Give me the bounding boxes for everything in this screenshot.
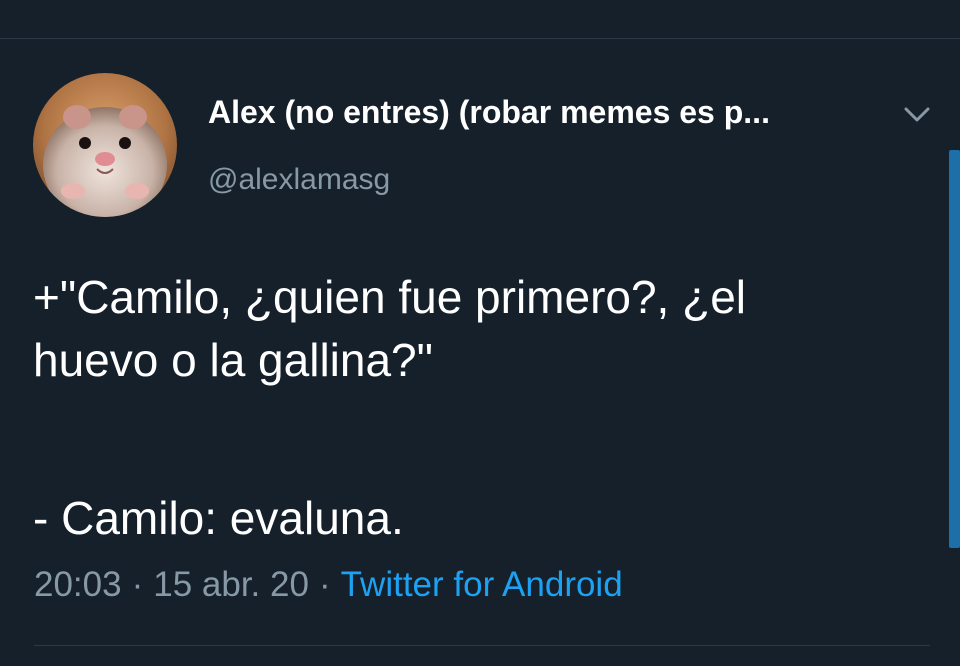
tweet-date: 15 abr. 20 xyxy=(153,565,309,604)
avatar[interactable] xyxy=(33,73,177,217)
tweet-text: +"Camilo, ¿quien fue primero?, ¿el huevo… xyxy=(33,266,933,550)
author-display-name[interactable]: Alex (no entres) (robar memes es p... xyxy=(208,94,770,131)
chevron-down-icon[interactable] xyxy=(900,100,934,130)
tweet-meta: 20:03 · 15 abr. 20 · Twitter for Android xyxy=(34,565,623,605)
meta-separator: · xyxy=(131,565,144,604)
scrollbar[interactable] xyxy=(949,150,960,548)
footer-divider xyxy=(34,645,930,646)
tweet-source-link[interactable]: Twitter for Android xyxy=(341,565,623,604)
tweet-text-line: - Camilo: evaluna. xyxy=(33,492,404,544)
header-divider xyxy=(0,38,960,39)
author-handle[interactable]: @alexlamasg xyxy=(208,163,390,197)
meta-separator: · xyxy=(318,565,331,604)
tweet-text-line: +"Camilo, ¿quien fue primero?, ¿el xyxy=(33,271,747,323)
tweet-time: 20:03 xyxy=(34,565,122,604)
hamster-avatar-image xyxy=(33,73,177,217)
tweet-text-line: huevo o la gallina?" xyxy=(33,334,433,386)
